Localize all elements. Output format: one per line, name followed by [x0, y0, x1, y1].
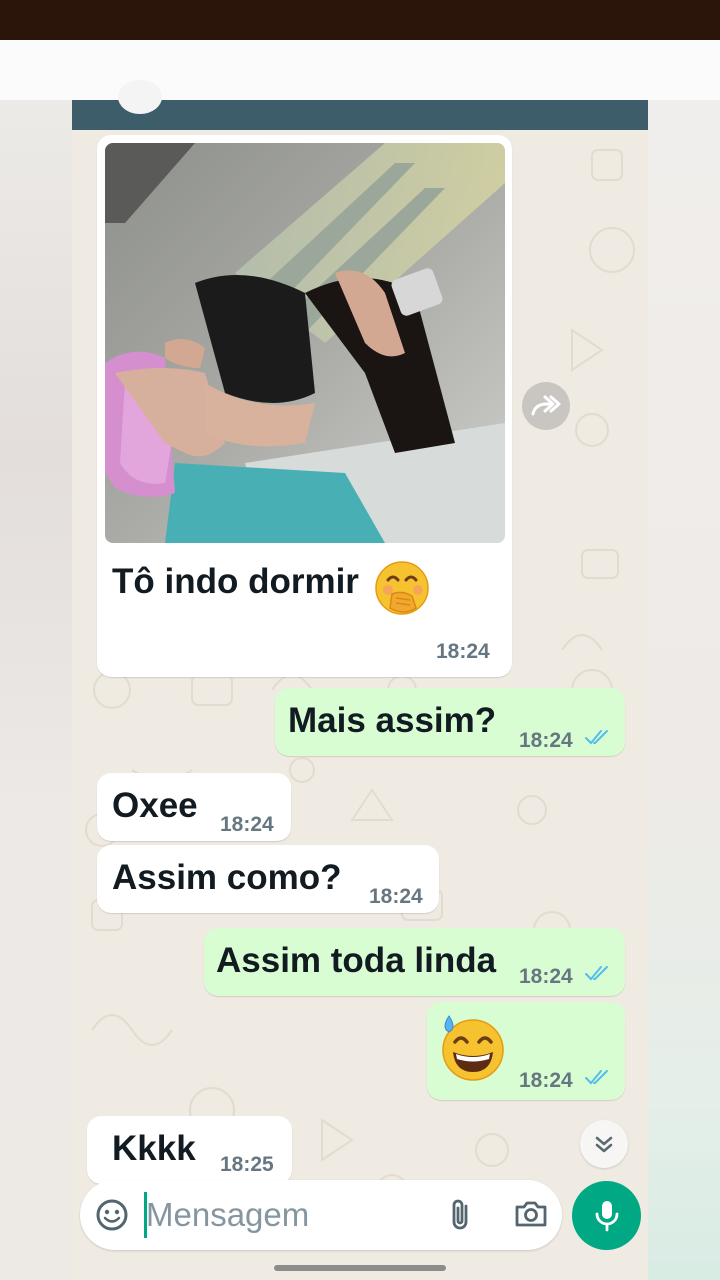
- background-left: [0, 100, 72, 1280]
- message-text: Mais assim?: [288, 701, 497, 740]
- top-overlay: [0, 40, 720, 100]
- message-outgoing-emoji[interactable]: 18:24: [427, 1002, 625, 1100]
- double-check-icon: [585, 1070, 608, 1085]
- message-text: Oxee: [112, 786, 198, 825]
- message-time: 18:24: [519, 965, 573, 988]
- emoji-icon[interactable]: [95, 1198, 129, 1232]
- chat-header: [72, 80, 648, 130]
- message-incoming[interactable]: Assim como? 18:24: [97, 845, 439, 913]
- message-text: Assim toda linda: [216, 941, 497, 980]
- message-incoming[interactable]: Kkkk 18:25: [87, 1116, 292, 1184]
- forward-icon: [531, 395, 561, 416]
- attach-icon[interactable]: [448, 1197, 474, 1233]
- double-check-icon: [585, 966, 608, 981]
- photo-image: [105, 143, 505, 543]
- scroll-down-button[interactable]: [580, 1120, 628, 1168]
- face-with-hand-over-mouth-icon: [375, 561, 429, 615]
- home-indicator[interactable]: [274, 1265, 446, 1271]
- mic-button[interactable]: [572, 1181, 641, 1250]
- message-incoming[interactable]: Oxee 18:24: [97, 773, 291, 841]
- chat-area[interactable]: Tô indo dormir 18:24 Mais assim? 18:24 O…: [72, 130, 648, 1280]
- message-text: Assim como?: [112, 858, 342, 897]
- message-time: 18:24: [369, 885, 423, 908]
- grinning-face-with-sweat-icon: [442, 1015, 504, 1081]
- message-image[interactable]: Tô indo dormir 18:24: [97, 135, 512, 677]
- message-composer: [80, 1180, 562, 1250]
- mic-icon: [595, 1200, 618, 1231]
- message-text: Kkkk: [112, 1129, 196, 1168]
- message-time: 18:24: [519, 729, 573, 752]
- message-outgoing[interactable]: Mais assim? 18:24: [275, 688, 625, 756]
- scroll-down-icon: [595, 1136, 613, 1153]
- forward-button[interactable]: [522, 382, 570, 430]
- message-time: 18:24: [220, 813, 274, 836]
- message-photo[interactable]: [105, 143, 505, 543]
- message-input[interactable]: [146, 1192, 366, 1238]
- message-outgoing[interactable]: Assim toda linda 18:24: [204, 928, 625, 996]
- background-right: [648, 100, 720, 1280]
- message-time: 18:24: [436, 640, 490, 663]
- message-caption: Tô indo dormir: [112, 562, 359, 601]
- avatar[interactable]: [118, 80, 162, 114]
- message-time: 18:24: [519, 1069, 573, 1092]
- status-bar: [0, 0, 720, 40]
- camera-icon[interactable]: [514, 1199, 548, 1229]
- message-time: 18:25: [220, 1153, 274, 1176]
- double-check-icon: [585, 730, 608, 745]
